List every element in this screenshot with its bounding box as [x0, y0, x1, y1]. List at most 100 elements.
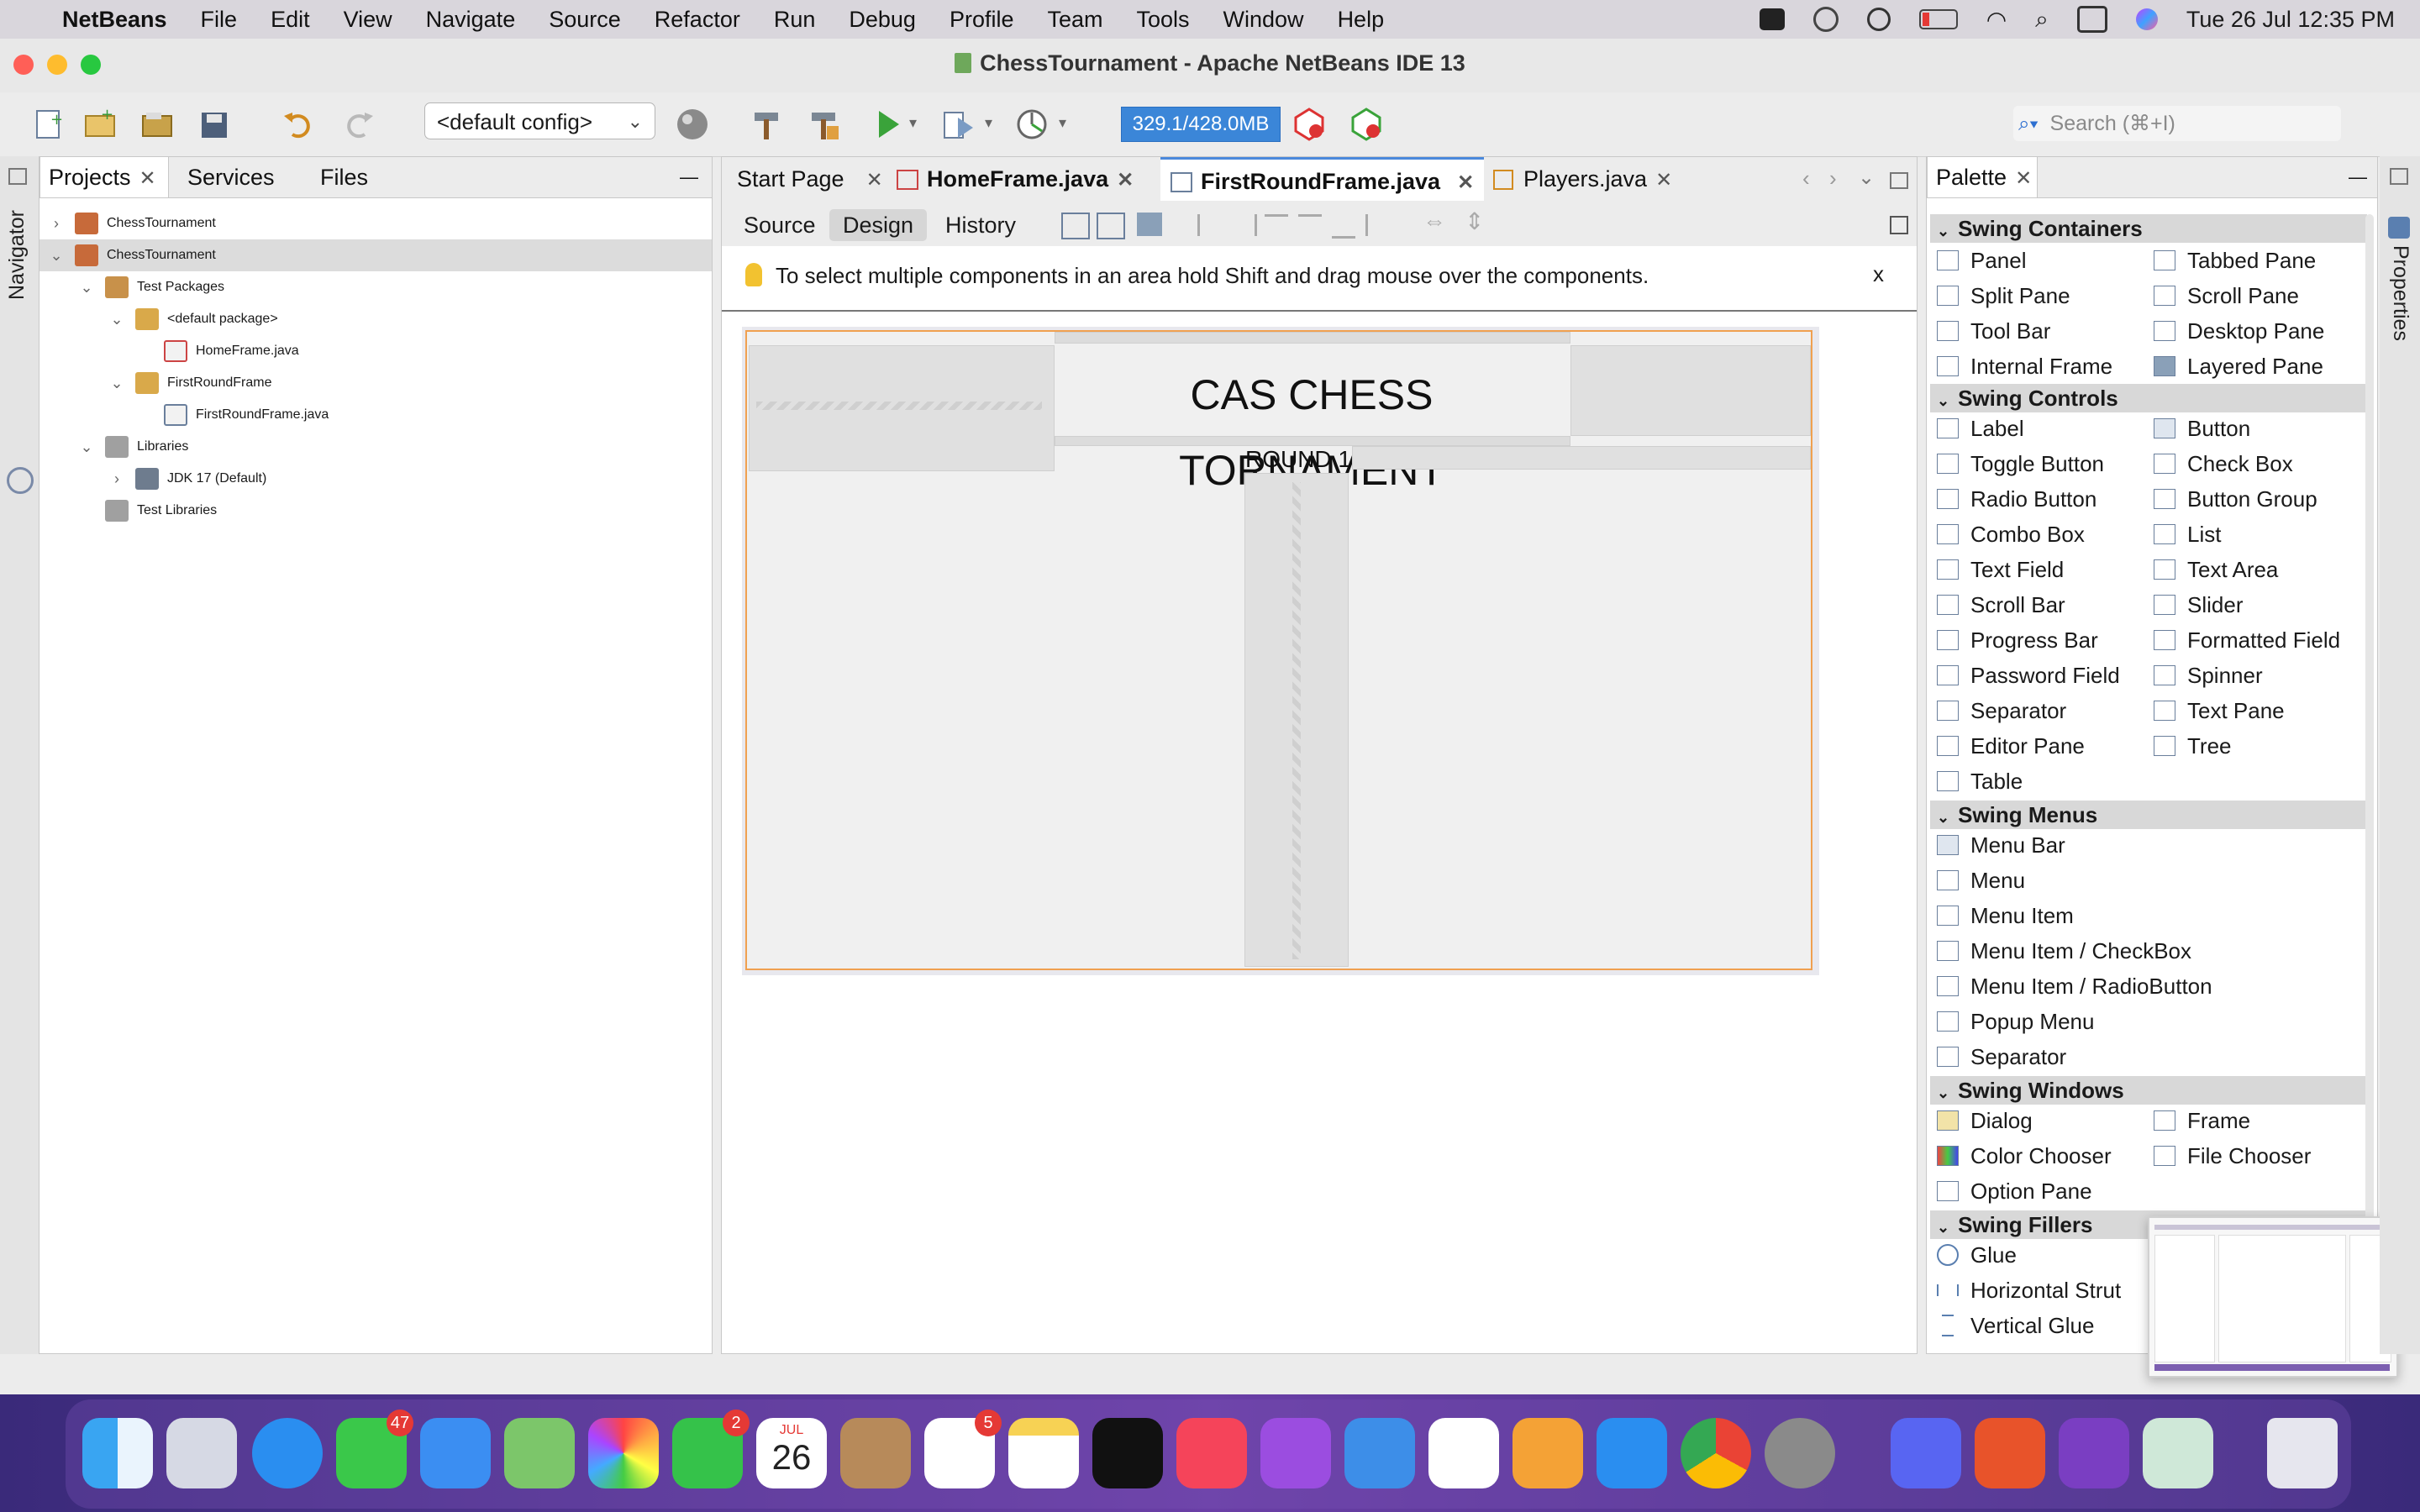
tree-row[interactable]: ⌄ Libraries	[78, 431, 188, 463]
tree-row[interactable]: › ChessTournament	[48, 207, 216, 239]
battery-icon[interactable]	[1918, 9, 1958, 29]
center-vertical-icon[interactable]	[1365, 214, 1392, 236]
preview-design-icon[interactable]	[1137, 213, 1162, 236]
palette-item-menu-item-checkbox[interactable]: Menu Item / CheckBox	[1937, 935, 2191, 967]
menu-clock[interactable]: Tue 26 Jul 12:35 PM	[2186, 7, 2395, 33]
palette-item-popup-menu[interactable]: Popup Menu	[1937, 1005, 2094, 1037]
palette-item-formatted-field[interactable]: Formatted Field	[2154, 624, 2340, 656]
screenshot-thumbnail-preview[interactable]	[2148, 1216, 2398, 1378]
tree-row[interactable]: ⌄ FirstRoundFrame	[108, 367, 271, 399]
tree-row[interactable]: › JDK 17 (Default)	[108, 463, 266, 495]
ide-search-input[interactable]: ⌕▾ Search (⌘+I)	[2013, 106, 2341, 141]
palette-item-check-box[interactable]: Check Box	[2154, 448, 2293, 480]
left-panel-component[interactable]	[749, 345, 1055, 471]
palette-category-containers[interactable]: ⌄ Swing Containers	[1930, 214, 2367, 243]
keynote-icon[interactable]	[1344, 1418, 1415, 1488]
tab-list-dropdown-icon[interactable]: ⌄	[1858, 165, 1875, 190]
palette-item-combo-box[interactable]: Combo Box	[1937, 518, 2085, 550]
chrome-icon[interactable]	[1681, 1418, 1751, 1488]
scroll-tabs-left-icon[interactable]: ‹	[1802, 165, 1810, 192]
align-bottom-icon[interactable]	[1332, 214, 1355, 239]
palette-item-editor-pane[interactable]: Editor Pane	[1937, 730, 2085, 762]
control-center-icon[interactable]	[2076, 6, 2107, 33]
align-top-icon[interactable]	[1298, 214, 1322, 239]
palette-item-desktop-pane[interactable]: Desktop Pane	[2154, 315, 2324, 347]
palette-item-text-pane[interactable]: Text Pane	[2154, 695, 2285, 727]
numbers-icon[interactable]	[1428, 1418, 1499, 1488]
palette-category-menus[interactable]: ⌄ Swing Menus	[1930, 801, 2367, 829]
selection-mode-icon[interactable]	[1061, 213, 1090, 239]
palette-item-password-field[interactable]: Password Field	[1937, 659, 2120, 691]
launchpad-icon[interactable]	[166, 1418, 237, 1488]
play-status-icon[interactable]	[1866, 8, 1891, 31]
palette-item-button-group[interactable]: Button Group	[2154, 483, 2317, 515]
chevron-down-icon[interactable]: ⌄	[78, 271, 95, 303]
center-horizontal-icon[interactable]	[1265, 214, 1288, 239]
tree-row-selected[interactable]: ⌄ ChessTournament	[39, 239, 712, 271]
open-project-button[interactable]	[139, 106, 176, 143]
menu-file[interactable]: File	[184, 7, 255, 33]
gc-profiler-button[interactable]	[1291, 106, 1328, 143]
round-label[interactable]: ROUND 1	[1244, 446, 1352, 473]
connection-mode-icon[interactable]	[1097, 213, 1125, 239]
build-hammer-button[interactable]	[748, 106, 785, 143]
maximize-editor-icon[interactable]	[1890, 172, 1908, 189]
palette-category-controls[interactable]: ⌄ Swing Controls	[1930, 384, 2367, 412]
restore-window-icon[interactable]	[8, 168, 27, 185]
tree-row[interactable]: ⌄ <default package>	[108, 303, 278, 335]
system-preferences-icon[interactable]	[1765, 1418, 1835, 1488]
subtab-design[interactable]: Design	[829, 209, 928, 241]
calendar-icon[interactable]: JUL 26	[756, 1418, 827, 1488]
tree-row[interactable]: HomeFrame.java	[164, 335, 299, 367]
palette-item-internal-frame[interactable]: Internal Frame	[1937, 350, 2112, 382]
netbeans-icon[interactable]	[2143, 1418, 2213, 1488]
menu-navigate[interactable]: Navigate	[409, 7, 533, 33]
close-tab-icon[interactable]: ✕	[139, 167, 156, 190]
finder-icon[interactable]	[82, 1418, 153, 1488]
menu-team[interactable]: Team	[1030, 7, 1119, 33]
restore-window-icon[interactable]	[2390, 168, 2408, 185]
spotlight-search-icon[interactable]: ⌕	[2035, 6, 2049, 34]
screen-record-icon[interactable]	[1759, 8, 1785, 30]
contacts-icon[interactable]	[840, 1418, 911, 1488]
menu-view[interactable]: View	[327, 7, 409, 33]
save-all-button[interactable]	[197, 106, 234, 143]
menu-run[interactable]: Run	[757, 7, 833, 33]
close-tab-icon[interactable]: ✕	[2015, 167, 2032, 190]
menu-profile[interactable]: Profile	[933, 7, 1031, 33]
chevron-right-icon[interactable]: ›	[108, 463, 125, 495]
palette-item-radio-button[interactable]: Radio Button	[1937, 483, 2096, 515]
debug-dropdown-icon[interactable]: ▾	[985, 114, 992, 132]
title-bottom-strut[interactable]	[1055, 436, 1570, 446]
menu-edit[interactable]: Edit	[254, 7, 327, 33]
creative-cloud-icon[interactable]	[1812, 7, 1839, 32]
subtab-source[interactable]: Source	[730, 209, 829, 241]
palette-item-button[interactable]: Button	[2154, 412, 2250, 444]
palette-scrollbar[interactable]	[2365, 214, 2374, 1256]
tree-row[interactable]: ⌄ Test Packages	[78, 271, 224, 303]
apple-tv-icon[interactable]	[1092, 1418, 1163, 1488]
palette-item-split-pane[interactable]: Split Pane	[1937, 280, 2070, 312]
chevron-down-icon[interactable]: ⌄	[48, 239, 65, 271]
tab-homeframe[interactable]: HomeFrame.java ✕	[886, 157, 1144, 201]
align-left-icon[interactable]	[1197, 214, 1223, 236]
browser-globe-button[interactable]	[674, 106, 711, 143]
tab-start-page[interactable]: Start Page ✕	[727, 157, 893, 201]
menu-tools[interactable]: Tools	[1120, 7, 1207, 33]
tab-palette[interactable]: Palette ✕	[1927, 157, 2038, 197]
palette-item-file-chooser[interactable]: File Chooser	[2154, 1140, 2311, 1172]
palette-item-label[interactable]: Label	[1937, 412, 2024, 444]
menu-app-name[interactable]: NetBeans	[45, 7, 184, 33]
palette-item-menu-bar[interactable]: Menu Bar	[1937, 829, 2065, 861]
navigator-icon[interactable]	[7, 467, 34, 494]
tab-players[interactable]: Players.java ✕	[1483, 157, 1682, 201]
palette-item-tool-bar[interactable]: Tool Bar	[1937, 315, 2050, 347]
subtab-history[interactable]: History	[932, 209, 1029, 241]
new-file-button[interactable]: +	[30, 106, 67, 143]
palette-item-scroll-pane[interactable]: Scroll Pane	[2154, 280, 2299, 312]
photos-icon[interactable]	[588, 1418, 659, 1488]
notes-icon[interactable]	[1008, 1418, 1079, 1488]
palette-item-spinner[interactable]: Spinner	[2154, 659, 2263, 691]
run-dropdown-icon[interactable]: ▾	[909, 114, 917, 132]
menu-help[interactable]: Help	[1321, 7, 1402, 33]
